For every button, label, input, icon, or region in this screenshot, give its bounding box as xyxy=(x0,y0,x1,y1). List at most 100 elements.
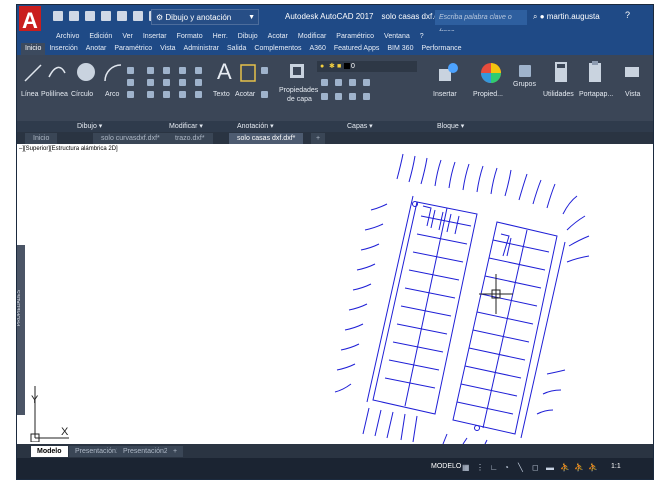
circle-icon[interactable] xyxy=(75,61,97,83)
new-tab-button[interactable]: + xyxy=(311,133,326,144)
ribbon-tab-5[interactable]: Administrar xyxy=(180,43,223,55)
new-icon[interactable] xyxy=(53,11,63,21)
file-tab-trazo[interactable]: trazo.dxf* xyxy=(167,133,213,144)
layer-properties-icon[interactable] xyxy=(287,61,307,81)
file-tab-curvas[interactable]: solo curvasdxf.dxf* xyxy=(93,133,168,144)
text-icon[interactable]: A xyxy=(217,59,232,85)
ribbon-tab-6[interactable]: Salida xyxy=(223,43,250,55)
gradient-icon[interactable] xyxy=(127,91,134,98)
line-icon[interactable] xyxy=(23,63,43,83)
layer-dropdown[interactable]: ● ✱ ■ 0 xyxy=(317,61,417,72)
layer-tool-1-icon[interactable] xyxy=(321,79,328,86)
ribbon-tab-2[interactable]: Anotar xyxy=(82,43,111,55)
layer-tool-6-icon[interactable] xyxy=(335,93,342,100)
model-space-button[interactable]: MODELO xyxy=(431,463,461,470)
panel-dibujo[interactable]: Dibujo ▾ xyxy=(77,121,102,132)
polyline-icon[interactable] xyxy=(47,63,67,83)
panel-anotacion[interactable]: Anotación ▾ xyxy=(237,121,274,132)
ribbon-tab-10[interactable]: BIM 360 xyxy=(383,43,417,55)
menu-item-11[interactable]: ? xyxy=(415,31,429,43)
dimension-tool-label[interactable]: Acotar xyxy=(235,91,255,98)
panel-capas[interactable]: Capas ▾ xyxy=(347,121,373,132)
menu-item-7[interactable]: Acotar xyxy=(263,31,293,43)
clipboard-icon[interactable] xyxy=(587,61,603,83)
line-tool-label[interactable]: Línea xyxy=(21,91,39,98)
rectangle-icon[interactable] xyxy=(127,67,134,74)
mirror-icon[interactable] xyxy=(163,79,170,86)
layer-tool-7-icon[interactable] xyxy=(349,93,356,100)
menu-item-3[interactable]: Insertar xyxy=(138,31,172,43)
view-tool-label[interactable]: Vista xyxy=(625,91,640,98)
save-as-icon[interactable] xyxy=(101,11,111,21)
array-icon[interactable] xyxy=(179,91,186,98)
search-input[interactable]: Escriba palabra clave o frase xyxy=(435,10,527,36)
layout-tab-presentacion2[interactable]: Presentación2 xyxy=(117,446,174,457)
polyline-tool-label[interactable]: Polilínea xyxy=(41,91,68,98)
layer-tool-2-icon[interactable] xyxy=(335,79,342,86)
menu-item-10[interactable]: Ventana xyxy=(379,31,415,43)
autoscale-icon[interactable]: ⛹ xyxy=(574,462,584,473)
ribbon-tab-3[interactable]: Paramétrico xyxy=(110,43,156,55)
groups-icon[interactable] xyxy=(519,65,531,77)
erase-icon[interactable] xyxy=(195,67,202,74)
layer-tool-5-icon[interactable] xyxy=(321,93,328,100)
move-icon[interactable] xyxy=(147,67,154,74)
layer-tool-8-icon[interactable] xyxy=(363,93,370,100)
help-button[interactable]: ? xyxy=(625,10,643,24)
layout-tab-modelo[interactable]: Modelo xyxy=(31,446,68,457)
leader-icon[interactable] xyxy=(261,67,268,74)
scale-icon[interactable] xyxy=(163,91,170,98)
ribbon-tab-9[interactable]: Featured Apps xyxy=(330,43,384,55)
groups-tool-label[interactable]: Grupos xyxy=(513,81,536,88)
menu-item-8[interactable]: Modificar xyxy=(293,31,331,43)
drawing-canvas[interactable]: –][Superior][Estructura alámbrica 2D] Y … xyxy=(17,144,653,444)
arc-tool-label[interactable]: Arco xyxy=(105,91,119,98)
menu-item-2[interactable]: Ver xyxy=(117,31,138,43)
undo-icon[interactable] xyxy=(133,11,143,21)
ortho-icon[interactable]: ∟ xyxy=(490,462,500,473)
panel-modificar[interactable]: Modificar ▾ xyxy=(169,121,203,132)
fillet-icon[interactable] xyxy=(179,79,186,86)
ribbon-tab-7[interactable]: Complementos xyxy=(250,43,305,55)
offset-icon[interactable] xyxy=(195,91,202,98)
menu-item-4[interactable]: Formato xyxy=(172,31,208,43)
dimension-icon[interactable] xyxy=(239,63,257,83)
ribbon-tab-8[interactable]: A360 xyxy=(306,43,330,55)
file-tab-solo-casas[interactable]: solo casas dxf.dxf* xyxy=(229,133,304,144)
hatch-icon[interactable] xyxy=(127,79,134,86)
menu-item-5[interactable]: Herr. xyxy=(208,31,233,43)
insert-tool-label[interactable]: Insertar xyxy=(433,91,457,98)
explode-icon[interactable] xyxy=(195,79,202,86)
layer-properties-label-1[interactable]: Propiedades xyxy=(279,87,318,94)
annotation-scale-value[interactable]: 1:1 xyxy=(611,463,621,470)
snap-icon[interactable]: ⋮ xyxy=(476,462,486,473)
layer-tool-3-icon[interactable] xyxy=(349,79,356,86)
grid-icon[interactable]: ▦ xyxy=(462,462,472,473)
arc-icon[interactable] xyxy=(103,63,123,83)
ribbon-tab-1[interactable]: Inserción xyxy=(45,43,81,55)
lineweight-icon[interactable]: ▬ xyxy=(546,462,556,473)
text-tool-label[interactable]: Texto xyxy=(213,91,230,98)
menu-item-9[interactable]: Paramétrico xyxy=(331,31,379,43)
stretch-icon[interactable] xyxy=(147,91,154,98)
save-icon[interactable] xyxy=(85,11,95,21)
isodraft-icon[interactable]: ╲ xyxy=(518,462,528,473)
ribbon-tab-4[interactable]: Vista xyxy=(156,43,179,55)
ribbon-tab-11[interactable]: Performance xyxy=(417,43,465,55)
insert-block-icon[interactable] xyxy=(437,61,459,83)
circle-tool-label[interactable]: Círculo xyxy=(71,91,93,98)
polar-icon[interactable]: ◔ xyxy=(504,462,514,473)
annotation-scale-icon[interactable]: ⛹ xyxy=(588,462,598,473)
rotate-icon[interactable] xyxy=(163,67,170,74)
properties-icon[interactable] xyxy=(479,61,503,85)
menu-item-1[interactable]: Edición xyxy=(84,31,117,43)
print-icon[interactable] xyxy=(117,11,127,21)
utilities-tool-label[interactable]: Utilidades xyxy=(543,91,574,98)
copy-icon[interactable] xyxy=(147,79,154,86)
file-tab-inicio[interactable]: Inicio xyxy=(25,133,58,144)
object-snap-icon[interactable]: ◻ xyxy=(532,462,542,473)
annotation-visibility-icon[interactable]: ⛹ xyxy=(560,462,570,473)
properties-side-panel[interactable]: PROPIEDADES xyxy=(17,245,25,415)
view-icon[interactable] xyxy=(623,63,641,81)
table-icon[interactable] xyxy=(261,91,268,98)
